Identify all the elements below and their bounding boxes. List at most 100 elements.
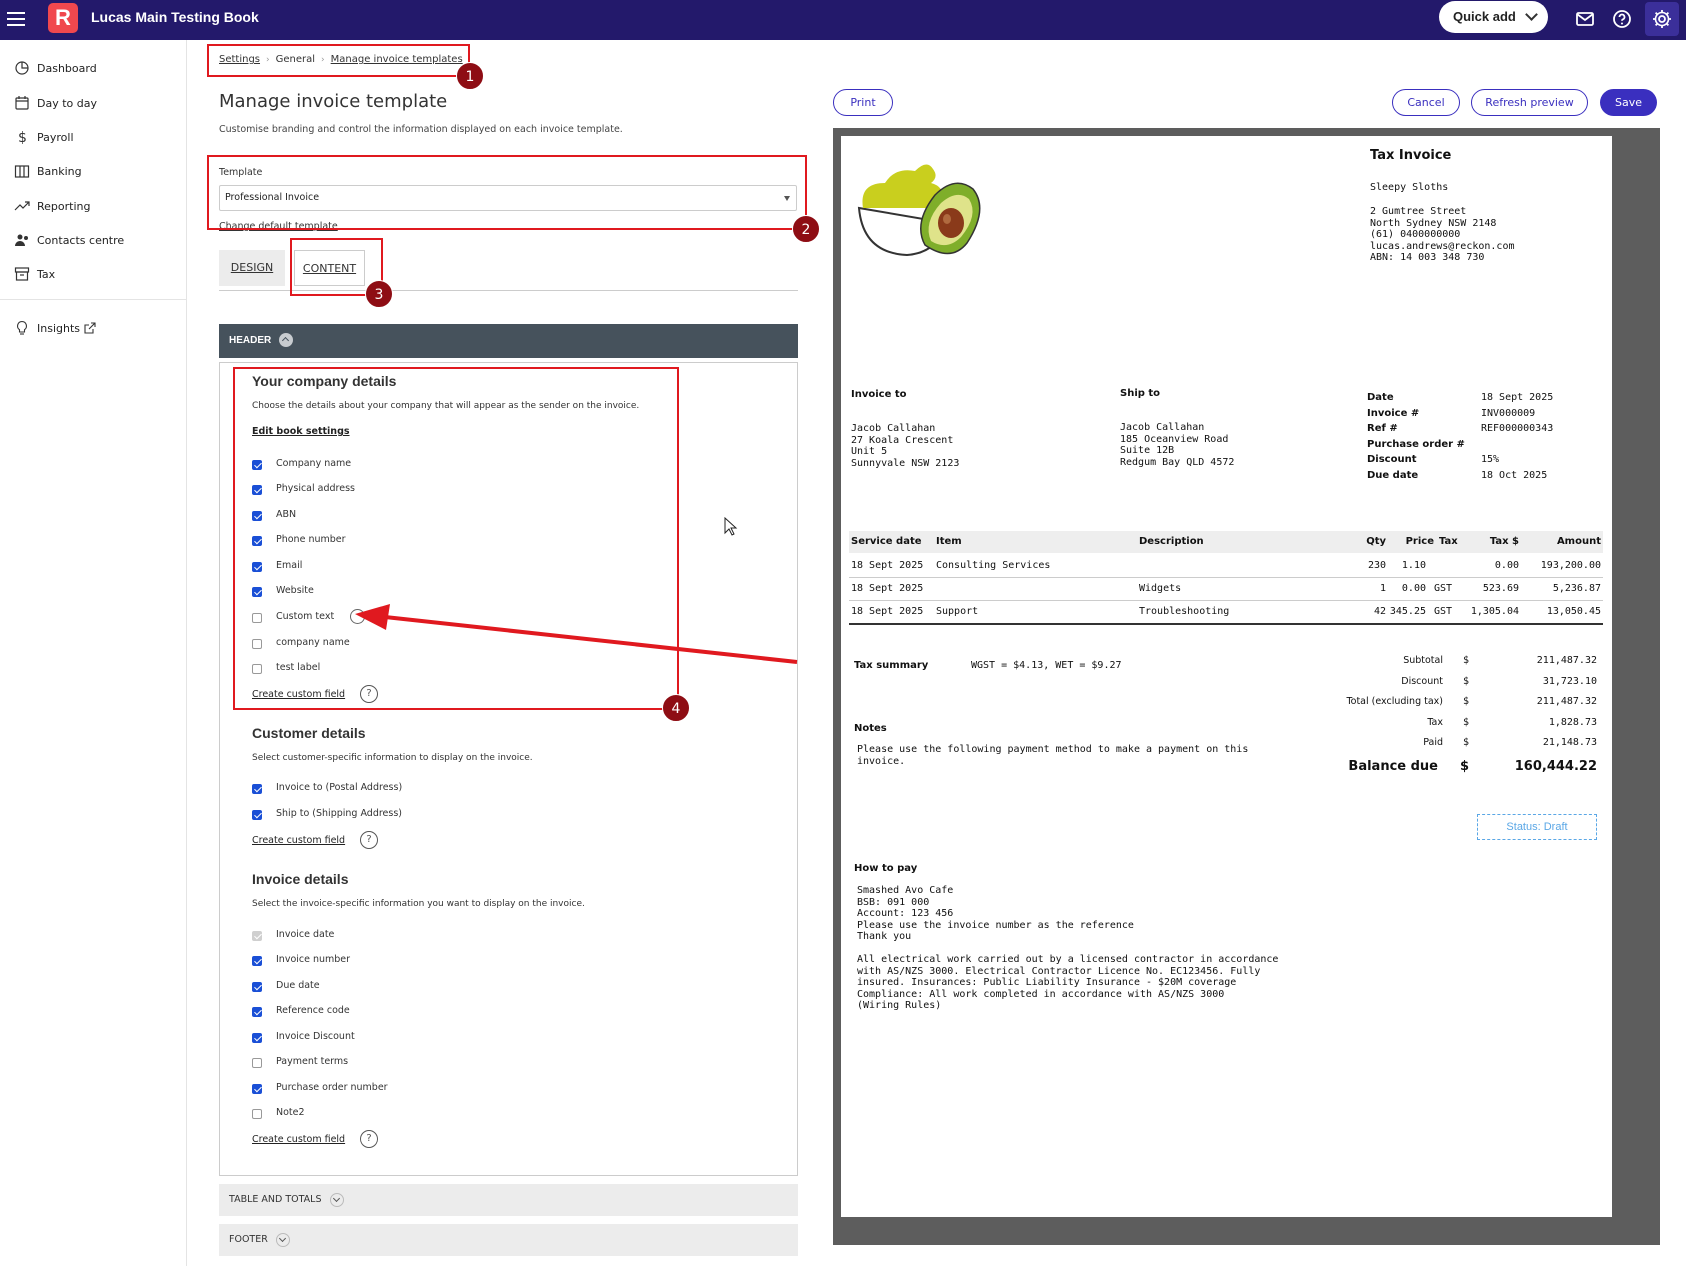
due-date-checkbox[interactable]: [252, 982, 262, 992]
sidebar-item-label: Reporting: [37, 199, 91, 213]
chevron-up-icon: [279, 333, 294, 348]
cancel-button[interactable]: Cancel: [1392, 89, 1460, 116]
col-qty: Qty: [1366, 536, 1386, 547]
svg-text:$: $: [18, 130, 27, 145]
invoice-to-label: Invoice to: [851, 389, 907, 400]
sidebar-item-payroll[interactable]: $ Payroll: [14, 126, 74, 148]
sidebar-item-day-to-day[interactable]: Day to day: [14, 92, 97, 114]
invoice-discount-checkbox[interactable]: [252, 1033, 262, 1043]
row-divider: [849, 600, 1603, 601]
notes-text: Please use the following payment method …: [857, 744, 1249, 767]
invoice-meta-values: 18 Sept 2025 INV000009 REF000000343 15% 18 O…: [1481, 392, 1554, 481]
doc-company-address: 2 Gumtree Street North Sydney NSW 2148 (61…: [1370, 206, 1515, 263]
sidebar: Dashboard Day to day $ Payroll Banking R…: [0, 40, 187, 1266]
annotation-badge: 3: [365, 280, 393, 308]
status-badge: Status: Draft: [1477, 814, 1597, 840]
annotation-box-template: [207, 155, 807, 230]
invoice-to-checkbox[interactable]: [252, 784, 262, 794]
lightbulb-icon: [17, 320, 27, 335]
purchase-order-number-checkbox[interactable]: [252, 1084, 262, 1094]
ship-to-checkbox[interactable]: [252, 810, 262, 820]
mail-icon[interactable]: [1573, 7, 1597, 31]
create-custom-field-link[interactable]: Create custom field: [252, 1134, 345, 1145]
page-subtitle: Customise branding and control the infor…: [219, 124, 623, 135]
table-bottom-rule: [849, 623, 1603, 625]
footer-section-toggle[interactable]: FOOTER: [219, 1224, 798, 1256]
book-name: Lucas Main Testing Book: [91, 9, 259, 25]
section-label: TABLE AND TOTALS: [229, 1194, 322, 1205]
invoice-preview-page: Tax Invoice Sleepy Sloths 2 Gumtree Stre…: [841, 136, 1612, 1217]
help-icon[interactable]: ?: [360, 831, 378, 849]
mouse-cursor-icon: [724, 517, 738, 536]
sidebar-item-contacts-centre[interactable]: Contacts centre: [14, 229, 124, 251]
balance-due-value: 160,444.22: [1514, 759, 1597, 774]
reckon-logo[interactable]: R: [48, 3, 78, 33]
settings-button[interactable]: [1645, 2, 1679, 36]
sidebar-item-label: Tax: [37, 267, 56, 281]
hamburger-menu-icon[interactable]: [4, 8, 28, 32]
quick-add-button[interactable]: Quick add: [1439, 1, 1548, 33]
invoice-date-checkbox: [252, 931, 262, 941]
col-amount: Amount: [1556, 536, 1601, 547]
checkbox-label: Reference code: [276, 1005, 350, 1016]
customer-details-title: Customer details: [252, 725, 366, 741]
print-button[interactable]: Print: [833, 89, 893, 116]
invoice-details-desc: Select the invoice-specific information …: [252, 899, 585, 909]
checkbox-label: Ship to (Shipping Address): [276, 808, 403, 819]
ship-to-address: Jacob Callahan 185 Oceanview Road Suite 12…: [1120, 422, 1235, 468]
col-service-date: Service date: [851, 536, 922, 547]
sidebar-item-tax[interactable]: Tax: [14, 263, 55, 285]
annotation-box-breadcrumb: [207, 44, 470, 77]
external-link-icon: [84, 322, 96, 334]
create-custom-field-link[interactable]: Create custom field: [252, 835, 345, 846]
col-price: Price: [1405, 536, 1434, 547]
checkbox-label: Payment terms: [276, 1056, 349, 1067]
help-icon[interactable]: [1610, 7, 1634, 31]
sidebar-item-label: Day to day: [37, 96, 97, 110]
reference-code-checkbox[interactable]: [252, 1007, 262, 1017]
sidebar-item-label: Contacts centre: [37, 233, 125, 247]
how-to-pay-text: Smashed Avo Cafe BSB: 091 000 Account: 123…: [857, 885, 1279, 1011]
tab-design[interactable]: DESIGN: [219, 250, 285, 286]
sidebar-item-banking[interactable]: Banking: [14, 160, 82, 182]
checkbox-label: Note2: [276, 1107, 305, 1118]
avocado-bowl-logo: [857, 164, 981, 257]
note2-checkbox[interactable]: [252, 1109, 262, 1119]
save-button[interactable]: Save: [1600, 89, 1657, 116]
payment-terms-checkbox[interactable]: [252, 1058, 262, 1068]
doc-company-name: Sleepy Sloths: [1370, 182, 1449, 193]
header-section-toggle[interactable]: HEADER: [219, 324, 798, 358]
gear-icon: [1653, 10, 1671, 28]
sidebar-item-label: Insights: [37, 321, 81, 335]
checkbox-label: Invoice number: [276, 954, 351, 965]
section-label: FOOTER: [229, 1234, 268, 1245]
checkbox-label: Invoice Discount: [276, 1031, 355, 1042]
bank-icon: [14, 165, 30, 178]
chevron-down-icon: [275, 1232, 290, 1247]
totals-labels: Subtotal Discount Total (excluding tax) Tax…: [1346, 655, 1443, 748]
how-to-pay-label: How to pay: [854, 863, 918, 874]
sidebar-divider: [0, 299, 186, 300]
chevron-down-icon: [329, 1192, 344, 1207]
people-icon: [15, 234, 28, 246]
table-and-totals-section-toggle[interactable]: TABLE AND TOTALS: [219, 1184, 798, 1216]
balance-due-label: Balance due: [1348, 759, 1438, 774]
totals-currency: $ $ $ $ $: [1463, 655, 1470, 748]
annotation-badge: 2: [792, 215, 820, 243]
sidebar-item-label: Payroll: [37, 130, 74, 144]
pie-chart-icon: [15, 61, 29, 75]
invoice-meta-labels: Date Invoice # Ref # Purchase order # Discou…: [1367, 392, 1465, 481]
chevron-down-icon: [1525, 8, 1538, 21]
sidebar-item-label: Dashboard: [37, 61, 97, 75]
col-tax-amount: Tax $: [1489, 536, 1519, 547]
row-divider: [849, 577, 1603, 578]
sidebar-item-insights[interactable]: Insights: [14, 317, 103, 339]
checkbox-label: Purchase order number: [276, 1082, 388, 1093]
invoice-number-checkbox[interactable]: [252, 956, 262, 966]
invoice-details-title: Invoice details: [252, 871, 349, 887]
calendar-icon: [15, 96, 29, 110]
refresh-preview-button[interactable]: Refresh preview: [1471, 89, 1588, 116]
help-icon[interactable]: ?: [360, 1130, 378, 1148]
sidebar-item-reporting[interactable]: Reporting: [14, 195, 90, 217]
sidebar-item-dashboard[interactable]: Dashboard: [14, 57, 97, 79]
